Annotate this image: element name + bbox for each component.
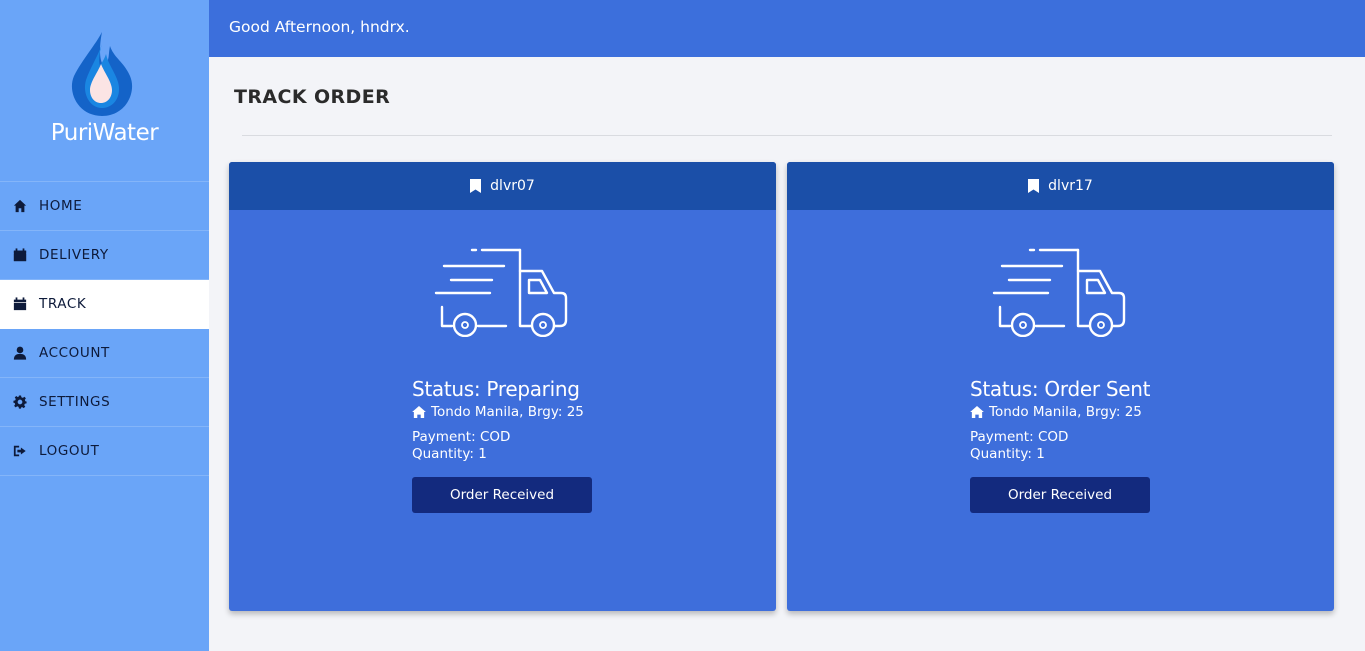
sidebar-item-label: SETTINGS [39,394,111,410]
order-address: Tondo Manila, Brgy: 25 [970,404,1150,420]
home-icon [970,406,984,418]
delivery-truck-icon [992,248,1126,337]
home-icon [13,199,27,213]
delivery-truck-icon [434,248,568,337]
home-icon [412,406,426,418]
calendar-icon [13,248,27,262]
sidebar-item-delivery[interactable]: DELIVERY [0,231,209,280]
order-payment: Payment: COD [412,429,511,445]
order-payment: Payment: COD [970,429,1069,445]
bookmark-icon [470,179,482,193]
sidebar-item-track[interactable]: TRACK [0,280,209,329]
order-card: dlvr17 Status: Order Sent Tondo Manila, … [787,162,1334,611]
sidebar: PuriWater HOME DELIVERY TRACK ACCOUNT SE… [0,0,209,651]
order-address-text: Tondo Manila, Brgy: 25 [431,404,584,420]
order-id: dlvr07 [490,178,535,194]
order-card: dlvr07 Status: Preparing Tondo Manila, B… [229,162,776,611]
sidebar-item-label: TRACK [39,296,87,312]
order-id: dlvr17 [1048,178,1093,194]
sidebar-item-logout[interactable]: LOGOUT [0,427,209,476]
sidebar-item-settings[interactable]: SETTINGS [0,378,209,427]
logout-icon [13,444,27,458]
order-quantity: Quantity: 1 [970,446,1045,462]
water-drop-logo-icon [71,32,133,116]
order-card-header: dlvr17 [787,162,1334,210]
user-icon [13,346,27,360]
calendar-icon [13,297,27,311]
page-title: TRACK ORDER [234,86,391,108]
sidebar-nav: HOME DELIVERY TRACK ACCOUNT SETTINGS LOG… [0,181,209,476]
order-received-button[interactable]: Order Received [412,477,592,513]
top-bar: Good Afternoon, hndrx. [209,0,1365,57]
sidebar-item-home[interactable]: HOME [0,182,209,231]
sidebar-item-label: HOME [39,198,83,214]
gear-icon [13,395,27,409]
order-status: Status: Order Sent [970,377,1151,401]
brand-logo[interactable]: PuriWater [0,0,209,180]
greeting-text: Good Afternoon, hndrx. [229,18,410,36]
order-info: Status: Order Sent Tondo Manila, Brgy: 2… [970,377,1150,462]
order-card-header: dlvr07 [229,162,776,210]
sidebar-item-account[interactable]: ACCOUNT [0,329,209,378]
order-address: Tondo Manila, Brgy: 25 [412,404,584,420]
order-status: Status: Preparing [412,377,580,401]
sidebar-item-label: ACCOUNT [39,345,110,361]
order-received-button[interactable]: Order Received [970,477,1150,513]
sidebar-item-label: DELIVERY [39,247,109,263]
order-quantity: Quantity: 1 [412,446,487,462]
order-address-text: Tondo Manila, Brgy: 25 [989,404,1142,420]
bookmark-icon [1028,179,1040,193]
order-info: Status: Preparing Tondo Manila, Brgy: 25… [412,377,584,462]
sidebar-item-label: LOGOUT [39,443,100,459]
title-divider [242,135,1332,136]
brand-name: PuriWater [50,120,159,146]
